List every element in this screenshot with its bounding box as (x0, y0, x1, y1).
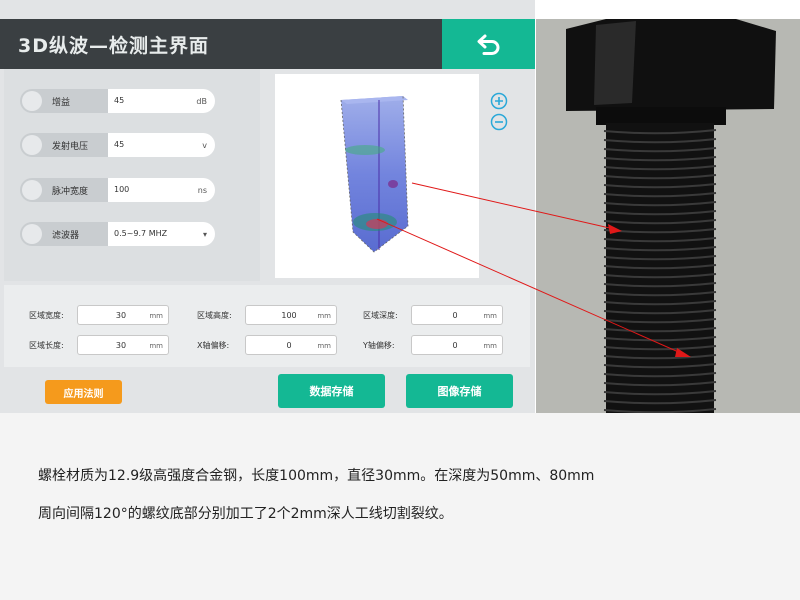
pulse-width-input[interactable]: 100 ns (108, 178, 215, 202)
chevron-down-icon: ▾ (202, 230, 207, 239)
filter-label: 滤波器 (52, 231, 80, 241)
zoom-in-icon[interactable] (490, 92, 508, 110)
pulse-width-param: 脉冲宽度 100 ns (20, 178, 215, 202)
description-line-2: 周向间隔120°的螺纹底部分别加工了2个2mm深人工线切割裂纹。 (38, 506, 453, 522)
gain-input[interactable]: 45 dB (108, 89, 215, 113)
region-length-input[interactable]: 30 mm (77, 335, 169, 355)
gain-param: 增益 45 dB (20, 89, 215, 113)
x-offset-input[interactable]: 0 mm (245, 335, 337, 355)
3d-ultrasound-view[interactable] (275, 74, 479, 278)
volume-render (340, 95, 409, 253)
voltage-toggle[interactable] (22, 135, 42, 155)
filter-param: 滤波器 0.5~9.7 MHZ ▾ (20, 222, 215, 246)
filter-toggle[interactable] (22, 224, 42, 244)
voltage-input[interactable]: 45 v (108, 133, 215, 157)
description-section: 螺栓材质为12.9级高强度合金钢，长度100mm，直径30mm。在深度为50mm… (0, 413, 800, 600)
title-bar: 3D纵波—检测主界面 (0, 19, 535, 69)
apply-rule-button[interactable]: 应用法则 (45, 380, 122, 404)
y-offset-input[interactable]: 0 mm (411, 335, 503, 355)
page-title: 3D纵波—检测主界面 (18, 35, 209, 57)
inspection-app-window: 3D纵波—检测主界面 增益 45 dB 发射电压 45 v 脉冲宽度 100 ns 滤… (0, 0, 535, 413)
bolt-image (536, 19, 800, 413)
zoom-out-icon[interactable] (490, 113, 508, 131)
description-line-1: 螺栓材质为12.9级高强度合金钢，长度100mm，直径30mm。在深度为50mm… (38, 468, 595, 484)
voltage-param: 发射电压 45 v (20, 133, 215, 157)
region-height-input[interactable]: 100 mm (245, 305, 337, 325)
region-depth-input[interactable]: 0 mm (411, 305, 503, 325)
pulse-width-toggle[interactable] (22, 180, 42, 200)
parameter-panel: 增益 45 dB 发射电压 45 v 脉冲宽度 100 ns 滤波器 0.5~9.7 … (4, 69, 260, 281)
filter-select[interactable]: 0.5~9.7 MHZ ▾ (108, 222, 215, 246)
undo-arrow-icon (477, 34, 499, 55)
region-width-input[interactable]: 30 mm (77, 305, 169, 325)
save-data-button[interactable]: 数据存储 (278, 374, 385, 408)
gain-toggle[interactable] (22, 91, 42, 111)
save-image-button[interactable]: 图像存储 (406, 374, 513, 408)
back-button[interactable] (442, 19, 535, 69)
region-settings-panel: 区域宽度: 30 mm 区域高度: 100 mm 区域深度: 0 mm 区域长度: 3… (4, 285, 530, 367)
bolt-photo (536, 19, 800, 413)
gain-label: 增益 (52, 98, 71, 108)
pulse-width-label: 脉冲宽度 (52, 187, 89, 197)
voltage-label: 发射电压 (52, 142, 89, 152)
